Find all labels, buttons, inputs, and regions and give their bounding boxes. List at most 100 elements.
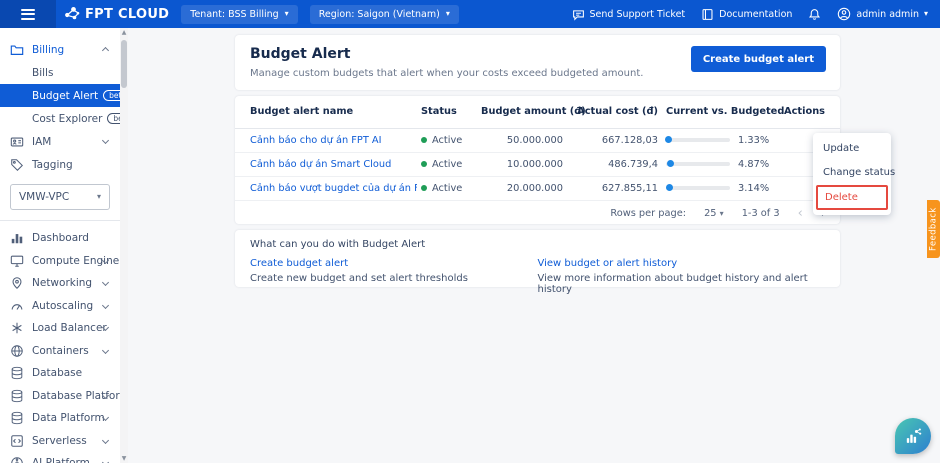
tenant-selector[interactable]: Tenant: BSS Billing ▾ — [181, 5, 297, 24]
rows-per-page-label: Rows per page: — [610, 208, 686, 219]
row-actions-context-menu: Update Change status Delete — [813, 133, 891, 215]
topbar: FPT CLOUD Tenant: BSS Billing ▾ Region: … — [0, 0, 940, 28]
delete-highlight-box: Delete — [816, 185, 888, 210]
database-icon — [10, 411, 24, 425]
sidebar-item-compute-engine[interactable]: Compute Engine — [0, 250, 120, 273]
sidebar-item-cost-explorer[interactable]: Cost Explorer beta — [0, 107, 120, 130]
bell-icon — [808, 8, 821, 21]
load-balancer-icon — [10, 321, 24, 335]
sidebar-item-containers[interactable]: Containers — [0, 340, 120, 363]
sidebar-item-autoscaling[interactable]: Autoscaling — [0, 295, 120, 318]
chevron-down-icon: ▾ — [97, 193, 101, 201]
view-budget-history-desc: View more information about budget histo… — [538, 273, 826, 295]
sidebar-item-ai-platform[interactable]: AI Platform — [0, 452, 120, 463]
status-badge: Active — [432, 135, 462, 146]
budget-alert-link[interactable]: Cảnh báo cho dự án FPT AI — [250, 135, 382, 146]
menu-item-delete[interactable]: Delete — [818, 187, 886, 208]
status-badge: Active — [432, 159, 462, 170]
table-row: Cảnh báo vượt bugdet của dự án FCI Activ… — [235, 176, 840, 200]
location-pin-icon — [10, 276, 24, 290]
documentation-link[interactable]: Documentation — [701, 8, 792, 21]
actual-cost-value: 627.855,11 — [567, 176, 662, 200]
sidebar-item-networking[interactable]: Networking — [0, 272, 120, 295]
create-budget-alert-link[interactable]: Create budget alert — [250, 258, 538, 269]
menu-item-change-status[interactable]: Change status — [813, 160, 891, 184]
database-icon — [10, 389, 24, 403]
brand-logo: FPT CLOUD — [64, 6, 169, 22]
budget-amount-value: 50.000.000 — [477, 128, 567, 152]
percent-label: 4.87% — [738, 159, 769, 170]
support-ticket-icon — [572, 8, 585, 21]
chevron-down-icon — [102, 459, 109, 463]
create-budget-alert-button[interactable]: Create budget alert — [691, 46, 826, 72]
sidebar-item-bills[interactable]: Bills — [0, 61, 120, 84]
chevron-down-icon — [102, 279, 109, 286]
status-badge: Active — [432, 183, 462, 194]
region-label: Region: Saigon (Vietnam) — [319, 9, 440, 20]
sidebar-item-database[interactable]: Database — [0, 362, 120, 385]
region-selector[interactable]: Region: Saigon (Vietnam) ▾ — [310, 5, 459, 24]
budget-alert-table: Budget alert name Status Budget amount (… — [235, 96, 840, 201]
chevron-down-icon: ▾ — [446, 10, 450, 18]
ai-assistant-icon — [902, 425, 924, 447]
user-avatar-icon — [837, 7, 851, 21]
actual-cost-value: 486.739,4 — [567, 152, 662, 176]
fpt-molecule-icon — [64, 6, 80, 22]
sidebar: Billing Bills Budget Alert beta Cost Exp… — [0, 28, 128, 463]
table-row: Cảnh báo cho dự án FPT AI Active 50.000.… — [235, 128, 840, 152]
view-budget-history-link[interactable]: View budget or alert history — [538, 258, 826, 269]
menu-item-update[interactable]: Update — [813, 136, 891, 160]
bar-chart-icon — [10, 231, 24, 245]
sidebar-item-load-balancer[interactable]: Load Balancer — [0, 317, 120, 340]
chevron-down-icon — [102, 301, 109, 308]
feedback-tab[interactable]: Feedback — [927, 200, 940, 258]
budget-progress-bar — [666, 138, 730, 142]
sidebar-divider — [0, 220, 120, 221]
table-row: Cảnh báo dự án Smart Cloud Active 10.000… — [235, 152, 840, 176]
main-content: Budget Alert Manage custom budgets that … — [128, 28, 940, 463]
scroll-up-arrow-icon[interactable]: ▲ — [120, 29, 128, 36]
sidebar-scrollbar[interactable]: ▲ ▼ — [120, 28, 128, 463]
budget-amount-value: 20.000.000 — [477, 176, 567, 200]
vpc-selector[interactable]: VMW-VPC ▾ — [10, 184, 110, 210]
chevron-down-icon — [102, 436, 109, 443]
previous-page-button[interactable]: ‹ — [798, 207, 803, 220]
col-actions: Actions — [777, 96, 840, 128]
scroll-down-arrow-icon[interactable]: ▼ — [120, 455, 128, 462]
sidebar-item-budget-alert[interactable]: Budget Alert beta — [0, 84, 120, 107]
brand-name: FPT CLOUD — [85, 7, 169, 22]
sidebar-item-billing[interactable]: Billing — [0, 38, 120, 61]
sidebar-item-database-platform[interactable]: Database Platform — [0, 385, 120, 408]
percent-label: 3.14% — [738, 183, 769, 194]
pagination-range: 1-3 of 3 — [742, 208, 780, 219]
vpc-selected-value: VMW-VPC — [19, 191, 69, 203]
budget-alert-link[interactable]: Cảnh báo dự án Smart Cloud — [250, 159, 391, 170]
notifications-button[interactable] — [808, 8, 821, 21]
rows-per-page-select[interactable]: 25 ▾ — [704, 208, 724, 219]
sidebar-item-serverless[interactable]: Serverless — [0, 430, 120, 453]
chevron-down-icon: ▾ — [285, 10, 289, 18]
budget-progress-bar — [666, 186, 730, 190]
menu-toggle-button[interactable] — [0, 0, 56, 28]
help-title: What can you do with Budget Alert — [250, 239, 825, 250]
sidebar-item-data-platform[interactable]: Data Platform — [0, 407, 120, 430]
id-card-icon — [10, 135, 24, 149]
code-box-icon — [10, 434, 24, 448]
hamburger-icon — [21, 6, 35, 22]
sidebar-item-tagging[interactable]: Tagging — [0, 153, 120, 176]
sidebar-item-iam[interactable]: IAM — [0, 130, 120, 153]
sidebar-item-dashboard[interactable]: Dashboard — [0, 227, 120, 250]
budget-alert-link[interactable]: Cảnh báo vượt bugdet của dự án FCI — [250, 183, 417, 194]
help-card: What can you do with Budget Alert Create… — [235, 230, 840, 287]
send-support-ticket-link[interactable]: Send Support Ticket — [572, 8, 686, 21]
page-header-card: Budget Alert Manage custom budgets that … — [235, 35, 840, 90]
scrollbar-thumb[interactable] — [121, 40, 127, 88]
ai-assistant-button[interactable] — [895, 418, 931, 454]
chevron-down-icon — [102, 346, 109, 353]
create-budget-alert-desc: Create new budget and set alert threshol… — [250, 273, 538, 284]
user-menu[interactable]: admin admin ▾ — [837, 7, 928, 21]
chevron-up-icon — [102, 47, 109, 54]
chevron-down-icon — [102, 137, 109, 144]
col-budget-amount: Budget amount (đ) — [477, 96, 567, 128]
status-dot-icon — [421, 137, 427, 143]
